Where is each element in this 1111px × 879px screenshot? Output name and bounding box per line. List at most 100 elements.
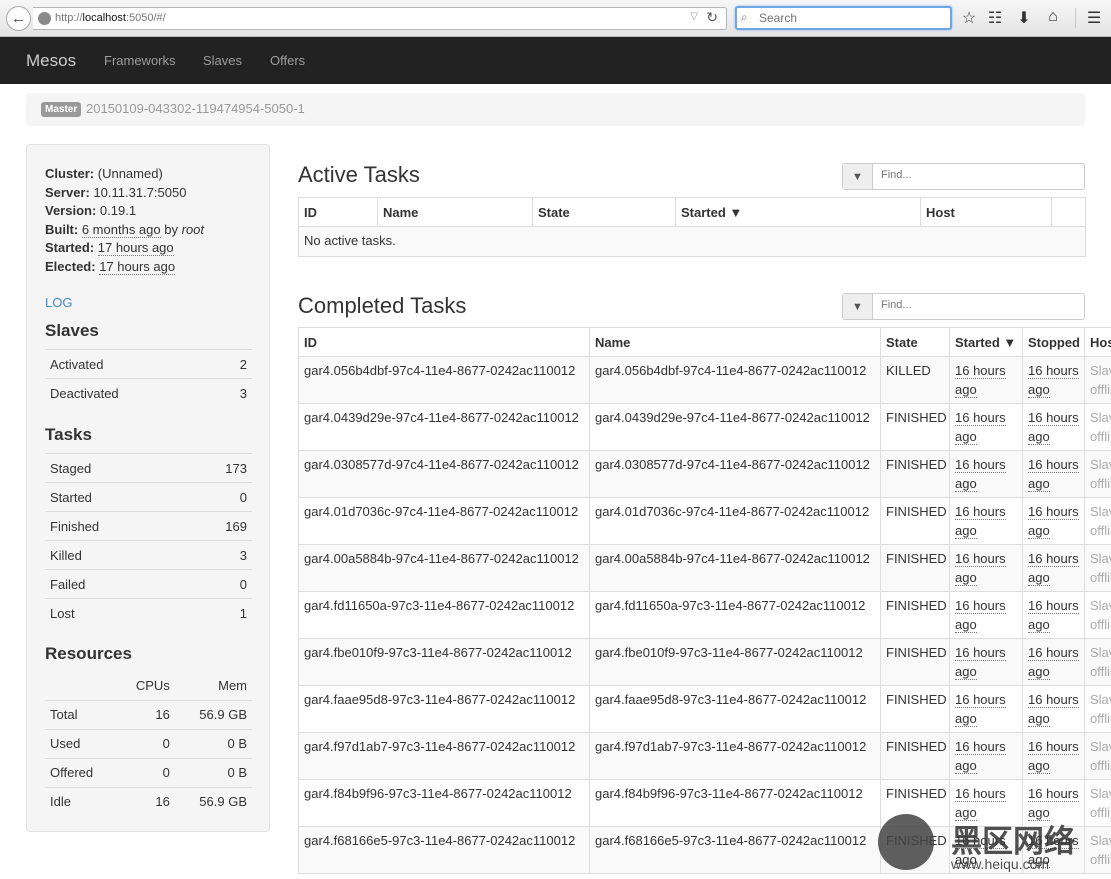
task-started-cell: 16 hours ago <box>949 732 1023 780</box>
col-id-header[interactable]: ID <box>298 197 378 227</box>
completed-tasks-heading: Completed Tasks <box>298 293 467 318</box>
magnifier-icon: ⌕ <box>741 10 748 24</box>
resources-heading: Resources <box>45 644 132 663</box>
task-id[interactable]: gar4.f68166e5-97c3-11e4-8677-0242ac11001… <box>304 833 575 848</box>
task-id[interactable]: gar4.01d7036c-97c4-11e4-8677-0242ac11001… <box>304 504 578 519</box>
task-host[interactable]: Slave offline <box>1090 410 1111 444</box>
task-host[interactable]: Slave offline <box>1090 504 1111 538</box>
row-value: 1 <box>179 598 252 628</box>
task-name[interactable]: gar4.faae95d8-97c3-11e4-8677-0242ac11001… <box>595 692 866 707</box>
nav-slaves[interactable]: Slaves <box>203 53 242 68</box>
task-name[interactable]: gar4.f84b9f96-97c3-11e4-8677-0242ac11001… <box>595 786 863 801</box>
server-value: 10.11.31.7:5050 <box>93 184 187 200</box>
task-id[interactable]: gar4.00a5884b-97c4-11e4-8677-0242ac11001… <box>304 551 579 566</box>
task-name[interactable]: gar4.fbe010f9-97c3-11e4-8677-0242ac11001… <box>595 645 863 660</box>
task-host[interactable]: Slave offline <box>1090 739 1111 773</box>
task-id-cell: gar4.fbe010f9-97c3-11e4-8677-0242ac11001… <box>298 638 590 686</box>
col-state-header[interactable]: State <box>532 197 676 227</box>
task-id-cell: gar4.f84b9f96-97c3-11e4-8677-0242ac11001… <box>298 779 590 827</box>
task-started: 16 hours ago <box>955 551 1006 586</box>
browser-search-input[interactable] <box>759 11 944 25</box>
star-icon[interactable]: ☆ <box>958 8 980 28</box>
empty-message: No active tasks. <box>298 226 1086 257</box>
task-id[interactable]: gar4.fd11650a-97c3-11e4-8677-0242ac11001… <box>304 598 574 613</box>
task-name[interactable]: gar4.f68166e5-97c3-11e4-8677-0242ac11001… <box>595 833 866 848</box>
task-started: 16 hours ago <box>955 645 1006 680</box>
table-row: Staged 173 <box>45 453 252 483</box>
task-name[interactable]: gar4.00a5884b-97c4-11e4-8677-0242ac11001… <box>595 551 870 566</box>
home-icon[interactable]: ⌂ <box>1042 8 1064 26</box>
task-started: 16 hours ago <box>955 598 1006 633</box>
task-stopped: 16 hours ago <box>1028 363 1079 398</box>
col-stopped-header[interactable]: Stopped <box>1022 327 1085 357</box>
task-id[interactable]: gar4.fbe010f9-97c3-11e4-8677-0242ac11001… <box>304 645 572 660</box>
col-started-header[interactable]: Started ▼ <box>675 197 921 227</box>
menu-icon[interactable]: ☰ <box>1083 8 1105 28</box>
task-id[interactable]: gar4.f84b9f96-97c3-11e4-8677-0242ac11001… <box>304 786 572 801</box>
reading-list-icon[interactable]: ☷ <box>984 8 1006 28</box>
col-host-header[interactable]: Host <box>920 197 1052 227</box>
task-state: FINISHED <box>886 598 947 613</box>
task-host-cell: Slave offline <box>1084 450 1111 498</box>
reload-icon[interactable]: ↻ <box>706 9 718 26</box>
task-state: FINISHED <box>886 551 947 566</box>
task-name-cell: gar4.0439d29e-97c4-11e4-8677-0242ac11001… <box>589 403 881 451</box>
url-bar[interactable]: http://localhost:5050/#/ ▽ ↻ <box>33 7 727 30</box>
col-name-header[interactable]: Name <box>589 327 881 357</box>
task-host-cell: Slave offline <box>1084 356 1111 404</box>
filter-icon[interactable]: ▼ <box>843 294 873 319</box>
task-id[interactable]: gar4.f97d1ab7-97c3-11e4-8677-0242ac11001… <box>304 739 575 754</box>
task-host[interactable]: Slave offline <box>1090 645 1111 679</box>
col-id-header[interactable]: ID <box>298 327 590 357</box>
row-value: 169 <box>179 511 252 541</box>
task-state: KILLED <box>886 363 931 378</box>
table-row: gar4.00a5884b-97c4-11e4-8677-0242ac11001… <box>298 544 1111 592</box>
log-link[interactable]: LOG <box>45 295 72 310</box>
task-name[interactable]: gar4.0439d29e-97c4-11e4-8677-0242ac11001… <box>595 410 870 425</box>
task-name[interactable]: gar4.0308577d-97c4-11e4-8677-0242ac11001… <box>595 457 870 472</box>
row-value: 173 <box>179 453 252 483</box>
table-row: Offered 0 0 B <box>45 757 252 787</box>
breadcrumb: Master 20150109-043302-119474954-5050-1 <box>26 93 1085 126</box>
built-value: 6 months ago <box>81 221 161 238</box>
task-id[interactable]: gar4.0308577d-97c4-11e4-8677-0242ac11001… <box>304 457 579 472</box>
table-row: Killed 3 <box>45 540 252 570</box>
col-state-header[interactable]: State <box>880 327 950 357</box>
task-host[interactable]: Slave offline <box>1090 692 1111 726</box>
task-started-cell: 16 hours ago <box>949 403 1023 451</box>
download-icon[interactable]: ⬇ <box>1013 8 1035 28</box>
task-host[interactable]: Slave offline <box>1090 551 1111 585</box>
back-arrow-icon[interactable]: ← <box>6 6 31 31</box>
url-text[interactable]: http://localhost:5050/#/ <box>55 12 166 24</box>
nav-offers[interactable]: Offers <box>270 53 305 68</box>
filter-icon[interactable]: ▼ <box>843 164 873 189</box>
brand-logo[interactable]: Mesos <box>26 51 76 71</box>
task-name[interactable]: gar4.fd11650a-97c3-11e4-8677-0242ac11001… <box>595 598 865 613</box>
built-by: by <box>164 221 178 237</box>
active-tasks-table: ID Name State Started ▼ Host No active t… <box>298 197 1086 257</box>
watermark: 黑区网络 www.heiqu.com <box>878 812 1108 876</box>
task-host-cell: Slave offline <box>1084 685 1111 733</box>
col-host-header[interactable]: Host <box>1084 327 1111 357</box>
col-name-header[interactable]: Name <box>377 197 533 227</box>
task-stopped-cell: 16 hours ago <box>1022 544 1085 592</box>
completed-find-input[interactable] <box>881 299 1071 311</box>
table-row: gar4.01d7036c-97c4-11e4-8677-0242ac11001… <box>298 497 1111 545</box>
dropdown-arrow-icon[interactable]: ▽ <box>690 11 698 22</box>
task-id[interactable]: gar4.056b4dbf-97c4-11e4-8677-0242ac11001… <box>304 363 575 378</box>
nav-frameworks[interactable]: Frameworks <box>104 53 176 68</box>
task-host[interactable]: Slave offline <box>1090 457 1111 491</box>
table-row: gar4.fd11650a-97c3-11e4-8677-0242ac11001… <box>298 591 1111 639</box>
task-id[interactable]: gar4.0439d29e-97c4-11e4-8677-0242ac11001… <box>304 410 579 425</box>
task-host[interactable]: Slave offline <box>1090 363 1111 397</box>
task-name[interactable]: gar4.f97d1ab7-97c3-11e4-8677-0242ac11001… <box>595 739 866 754</box>
table-row: Failed 0 <box>45 569 252 599</box>
active-find-input[interactable] <box>881 169 1071 181</box>
task-id[interactable]: gar4.faae95d8-97c3-11e4-8677-0242ac11001… <box>304 692 575 707</box>
task-host[interactable]: Slave offline <box>1090 598 1111 632</box>
watermark-logo-icon <box>878 814 934 870</box>
task-name[interactable]: gar4.056b4dbf-97c4-11e4-8677-0242ac11001… <box>595 363 866 378</box>
task-name[interactable]: gar4.01d7036c-97c4-11e4-8677-0242ac11001… <box>595 504 869 519</box>
col-started-header[interactable]: Started ▼ <box>949 327 1023 357</box>
browser-search-box[interactable]: ⌕ <box>735 6 952 30</box>
